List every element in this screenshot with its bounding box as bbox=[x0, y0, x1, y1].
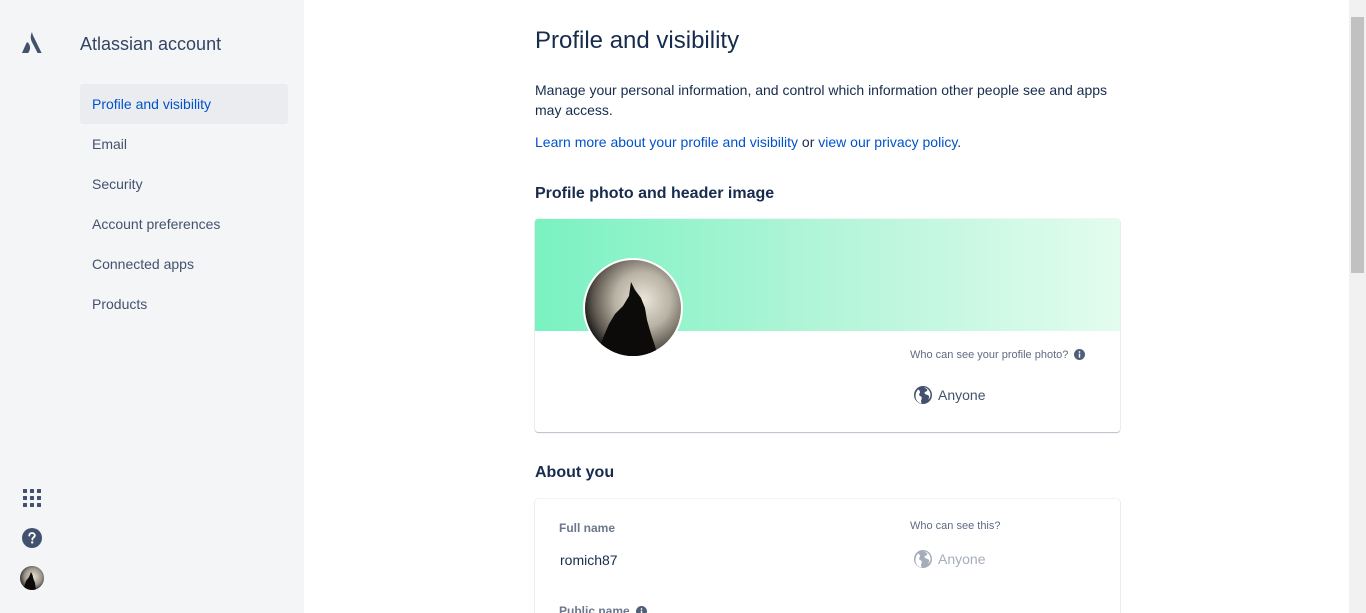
app-switcher-icon[interactable] bbox=[23, 489, 41, 507]
globe-icon bbox=[914, 550, 932, 568]
atlassian-logo-icon[interactable] bbox=[22, 32, 42, 54]
main-content: Profile and visibility Manage your perso… bbox=[304, 0, 1349, 613]
sidebar-item-security[interactable]: Security bbox=[80, 164, 288, 204]
page-title: Profile and visibility bbox=[535, 27, 740, 54]
sidebar-item-email[interactable]: Email bbox=[80, 124, 288, 164]
info-icon[interactable] bbox=[635, 606, 647, 613]
profile-photo-card: Who can see your profile photo? Anyone bbox=[535, 219, 1120, 432]
full-name-visibility: Anyone bbox=[913, 549, 985, 569]
page-scrollbar[interactable] bbox=[1349, 0, 1366, 613]
sidebar-item-account-preferences[interactable]: Account preferences bbox=[80, 204, 288, 244]
globe-icon bbox=[914, 386, 932, 404]
period-text: . bbox=[957, 134, 962, 150]
help-icon[interactable] bbox=[22, 528, 42, 548]
photo-visibility-label: Who can see your profile photo? bbox=[910, 349, 1086, 361]
public-name-label: Public name bbox=[559, 604, 647, 613]
about-you-card: Full name romich87 Who can see this? Any… bbox=[535, 499, 1120, 613]
profile-photo-heading: Profile photo and header image bbox=[535, 185, 775, 202]
sidebar-item-connected-apps[interactable]: Connected apps bbox=[80, 244, 288, 284]
sidebar-item-profile-and-visibility[interactable]: Profile and visibility bbox=[80, 84, 288, 124]
full-name-visibility-label: Who can see this? bbox=[910, 520, 1001, 532]
full-name-field[interactable]: romich87 bbox=[560, 552, 618, 568]
sidebar-item-products[interactable]: Products bbox=[80, 284, 288, 324]
scrollbar-thumb[interactable] bbox=[1351, 17, 1364, 273]
global-nav-rail bbox=[0, 0, 64, 613]
profile-avatar[interactable] bbox=[583, 258, 683, 358]
user-avatar[interactable] bbox=[20, 566, 44, 590]
photo-visibility-dropdown[interactable]: Anyone bbox=[913, 385, 985, 405]
or-text: or bbox=[798, 134, 819, 150]
settings-sidebar: Atlassian account Profile and visibility… bbox=[64, 0, 304, 613]
help-links: Learn more about your profile and visibi… bbox=[535, 132, 961, 152]
sidebar-nav: Profile and visibility Email Security Ac… bbox=[80, 84, 288, 324]
sidebar-title: Atlassian account bbox=[80, 34, 222, 54]
full-name-label: Full name bbox=[559, 521, 616, 535]
info-icon[interactable] bbox=[1074, 349, 1086, 360]
about-you-heading: About you bbox=[535, 464, 615, 481]
learn-more-link[interactable]: Learn more about your profile and visibi… bbox=[535, 134, 798, 150]
privacy-policy-link[interactable]: view our privacy policy bbox=[818, 134, 957, 150]
page-description: Manage your personal information, and co… bbox=[535, 82, 1108, 118]
